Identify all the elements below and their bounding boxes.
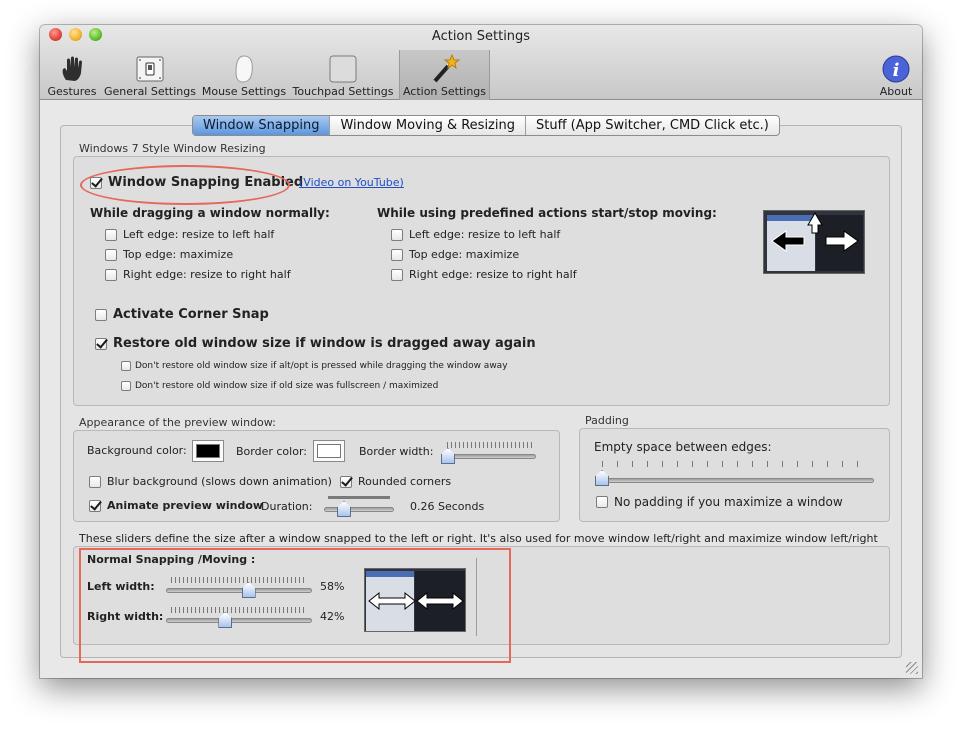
background-color-label: Background color:: [87, 444, 187, 457]
predefined-actions-heading: While using predefined actions start/sto…: [377, 206, 717, 220]
checkbox[interactable]: [121, 361, 131, 371]
corner-snap-checkbox[interactable]: [95, 308, 107, 321]
toolbar-label: About: [879, 85, 913, 98]
snapping-preview-image: [763, 210, 865, 274]
toolbar-item-action-settings[interactable]: Action Settings: [399, 50, 490, 100]
restore-size-label: Restore old window size if window is dra…: [113, 336, 536, 351]
option-label: Top edge: maximize: [123, 248, 234, 261]
section-label-resizing: Windows 7 Style Window Resizing: [79, 142, 266, 155]
border-color-label: Border color:: [236, 445, 307, 458]
toolbar-label: Mouse Settings: [201, 85, 287, 98]
option-label: Animate preview window: [107, 499, 264, 512]
tab-stuff[interactable]: Stuff (App Switcher, CMD Click etc.): [526, 116, 779, 135]
option-label: Left edge: resize to left half: [123, 228, 275, 241]
option-label: Blur background (slows down animation): [107, 475, 332, 488]
toolbar-label: Action Settings: [402, 85, 487, 98]
predefined-top-edge-option[interactable]: Top edge: maximize: [391, 248, 519, 261]
magic-wand-icon: [430, 53, 460, 87]
background-color-well[interactable]: [192, 440, 224, 462]
checkbox[interactable]: [340, 475, 352, 488]
duration-slider-ticks: [328, 496, 390, 499]
checkbox[interactable]: [89, 499, 101, 512]
duration-value: 0.26 Seconds: [410, 500, 485, 513]
option-label: Don't restore old window size if old siz…: [135, 381, 439, 391]
sizes-description: These sliders define the size after a wi…: [79, 532, 878, 545]
window-title: Action Settings: [431, 29, 531, 44]
no-padding-maximize-option[interactable]: No padding if you maximize a window: [596, 495, 843, 509]
hand-icon: [57, 54, 87, 87]
corner-snap-option[interactable]: Activate Corner Snap: [95, 307, 269, 322]
option-label: Right edge: resize to right half: [123, 268, 291, 281]
animate-preview-option[interactable]: Animate preview window: [89, 499, 263, 512]
normal-top-edge-option[interactable]: Top edge: maximize: [105, 248, 233, 261]
mouse-icon: [229, 54, 259, 87]
resize-grip[interactable]: [906, 662, 918, 674]
checkbox[interactable]: [89, 475, 101, 488]
restore-sub-option-alt[interactable]: Don't restore old window size if alt/opt…: [121, 361, 508, 371]
tab-window-snapping[interactable]: Window Snapping: [193, 116, 331, 135]
toolbar-item-touchpad-settings[interactable]: Touchpad Settings: [292, 50, 394, 100]
tab-bar: Window Snapping Window Moving & Resizing…: [192, 115, 780, 136]
toolbar-item-about[interactable]: i About: [872, 50, 920, 100]
section-label-padding: Padding: [585, 414, 629, 427]
toolbar: Action Settings Gestures General Setting…: [40, 25, 922, 100]
option-label: Right edge: resize to right half: [409, 268, 577, 281]
checkbox[interactable]: [105, 248, 117, 261]
annotation-ellipse: [80, 165, 290, 205]
toolbar-label: Gestures: [47, 85, 97, 98]
touchpad-icon: [328, 54, 358, 87]
predefined-right-edge-option[interactable]: Right edge: resize to right half: [391, 268, 577, 281]
restore-size-option[interactable]: Restore old window size if window is dra…: [95, 336, 536, 351]
border-width-label: Border width:: [359, 445, 434, 458]
duration-slider[interactable]: [324, 507, 394, 512]
toolbar-item-gestures[interactable]: Gestures: [46, 50, 98, 100]
checkbox[interactable]: [391, 248, 403, 261]
background-color-fill: [196, 444, 220, 458]
toolbar-item-mouse-settings[interactable]: Mouse Settings: [200, 50, 288, 100]
corner-snap-label: Activate Corner Snap: [113, 307, 269, 322]
normal-drag-heading: While dragging a window normally:: [90, 206, 330, 220]
predefined-left-edge-option[interactable]: Left edge: resize to left half: [391, 228, 560, 241]
checkbox[interactable]: [596, 496, 608, 508]
option-label: Don't restore old window size if alt/opt…: [135, 361, 508, 371]
normal-left-edge-option[interactable]: Left edge: resize to left half: [105, 228, 274, 241]
checkbox[interactable]: [391, 228, 403, 241]
checkbox[interactable]: [105, 268, 117, 281]
empty-space-label: Empty space between edges:: [594, 440, 772, 454]
option-label: Left edge: resize to left half: [409, 228, 561, 241]
tab-window-moving-resizing[interactable]: Window Moving & Resizing: [330, 116, 526, 135]
checkbox[interactable]: [391, 268, 403, 281]
padding-slider[interactable]: [597, 478, 874, 483]
toolbar-item-general-settings[interactable]: General Settings: [102, 50, 198, 100]
section-label-appearance: Appearance of the preview window:: [79, 416, 276, 429]
toolbar-label: General Settings: [104, 85, 196, 98]
option-label: Rounded corners: [358, 475, 452, 488]
padding-slider-ticks: [602, 461, 872, 467]
info-icon: i: [881, 54, 911, 87]
normal-right-edge-option[interactable]: Right edge: resize to right half: [105, 268, 291, 281]
restore-sub-option-fullscreen[interactable]: Don't restore old window size if old siz…: [121, 381, 438, 391]
border-width-slider-ticks: [447, 442, 532, 448]
border-width-slider[interactable]: [443, 454, 536, 459]
border-color-fill: [317, 444, 341, 458]
svg-text:i: i: [893, 60, 900, 81]
switch-icon: [135, 54, 165, 87]
rounded-corners-option[interactable]: Rounded corners: [340, 475, 451, 488]
youtube-video-link[interactable]: (Video on YouTube): [299, 176, 404, 189]
checkbox[interactable]: [121, 381, 131, 391]
border-color-well[interactable]: [313, 440, 345, 462]
blur-background-option[interactable]: Blur background (slows down animation): [89, 475, 332, 488]
annotation-rectangle: [79, 548, 511, 663]
restore-size-checkbox[interactable]: [95, 337, 107, 350]
option-label: No padding if you maximize a window: [614, 495, 843, 509]
toolbar-label: Touchpad Settings: [292, 85, 394, 98]
duration-label: Duration:: [261, 500, 313, 513]
option-label: Top edge: maximize: [409, 248, 520, 261]
checkbox[interactable]: [105, 228, 117, 241]
